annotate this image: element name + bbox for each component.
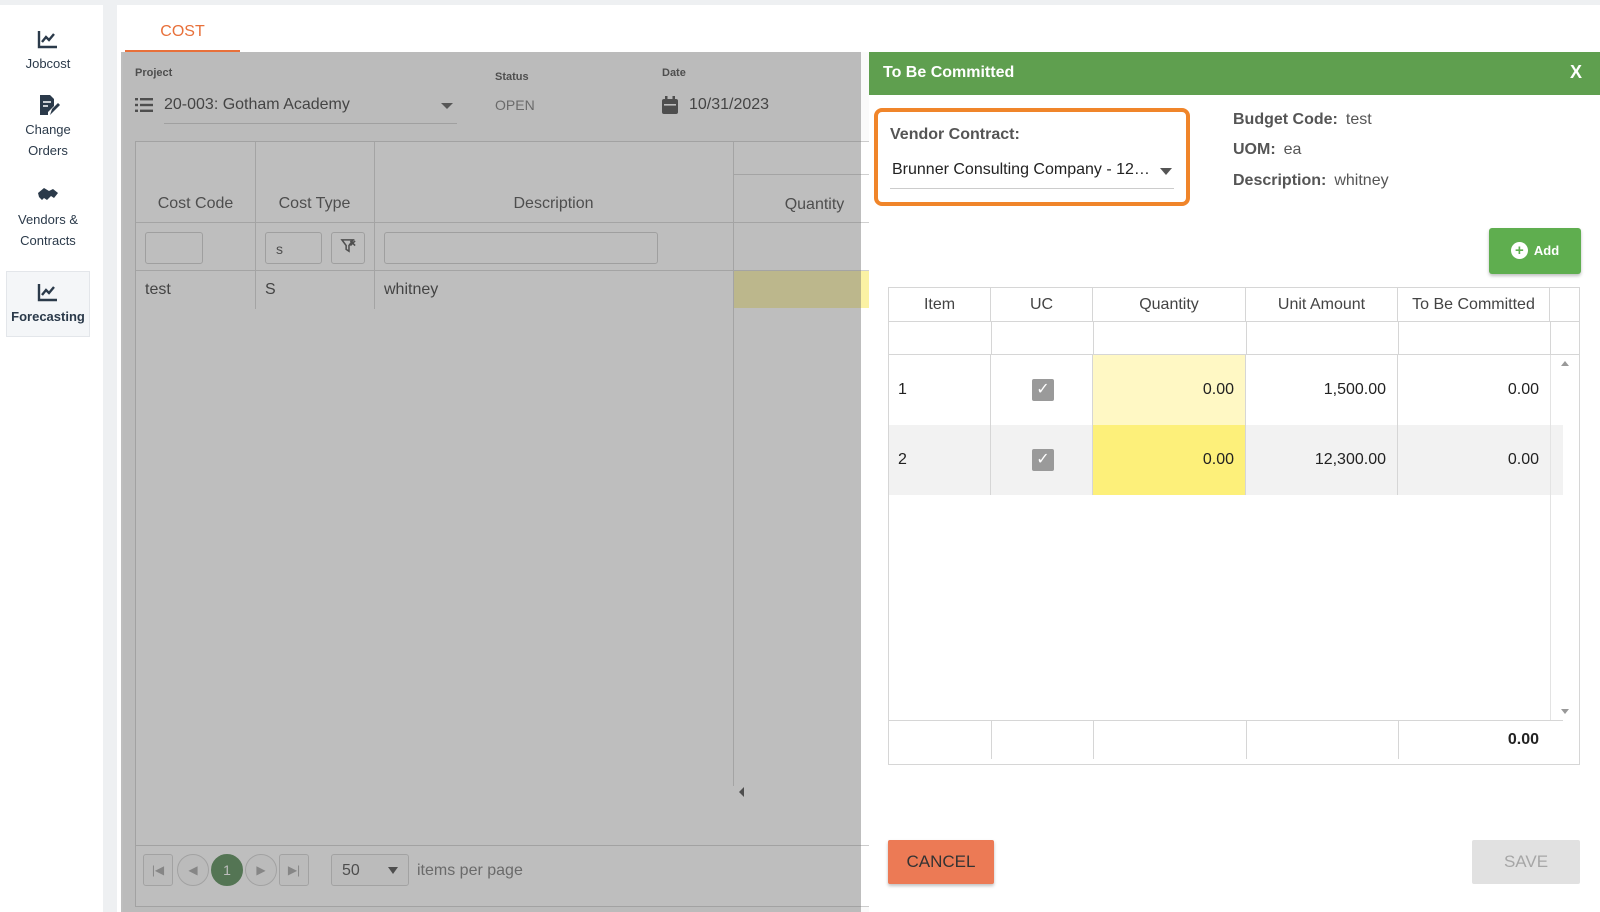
vendor-contract-label: Vendor Contract:	[890, 126, 1020, 143]
uom-label: UOM:	[1233, 141, 1276, 158]
chart-line-icon	[37, 284, 57, 302]
vendor-contract-value: Brunner Consulting Company - 12…	[892, 161, 1150, 178]
sidebar: Jobcost Change Orders Vendors & Contract…	[0, 5, 103, 912]
column-header-unit-amount[interactable]: Unit Amount	[1246, 288, 1398, 321]
sidebar-item-label-2: Contracts	[20, 233, 76, 248]
to-be-committed-cell: 0.00	[1507, 381, 1539, 398]
table-row[interactable]: 1 ✓ 0.00 1,500.00 0.00	[889, 355, 1563, 425]
sidebar-item-forecasting[interactable]: Forecasting	[6, 271, 90, 337]
chart-line-icon	[37, 31, 57, 49]
add-button-label: Add	[1533, 243, 1560, 258]
column-header-uc[interactable]: UC	[991, 288, 1093, 321]
unit-amount-cell: 1,500.00	[1246, 355, 1398, 425]
cancel-button[interactable]: CANCEL	[888, 840, 994, 884]
budget-code-value: test	[1345, 111, 1372, 128]
vendor-contract-highlight: Vendor Contract: Brunner Consulting Comp…	[874, 108, 1190, 206]
uc-checkbox[interactable]: ✓	[1032, 379, 1054, 401]
sidebar-item-vendors-contracts[interactable]: Vendors & Contracts	[6, 183, 90, 255]
item-cell: 2	[889, 425, 991, 495]
sidebar-item-change-orders[interactable]: Change Orders	[6, 93, 90, 165]
tab-cost[interactable]: COST	[125, 17, 240, 53]
column-header-item[interactable]: Item	[889, 288, 991, 321]
plus-circle-icon: +	[1510, 242, 1528, 260]
quantity-input-cell[interactable]: 0.00	[1093, 355, 1246, 425]
panel-header: To Be Committed X	[869, 52, 1600, 95]
column-header-to-be-committed[interactable]: To Be Committed	[1398, 288, 1550, 321]
description-label: Description:	[1233, 172, 1327, 189]
chevron-down-icon	[1160, 168, 1172, 175]
budget-code-row: Budget Code: test	[1233, 111, 1372, 129]
sidebar-item-label: Vendors &	[18, 212, 78, 227]
sidebar-item-label: Jobcost	[25, 56, 71, 71]
save-button[interactable]: SAVE	[1472, 840, 1580, 884]
handshake-icon	[38, 188, 58, 200]
uom-row: UOM: ea	[1233, 141, 1301, 159]
column-header-quantity[interactable]: Quantity	[1093, 288, 1246, 321]
table-scrollbar[interactable]	[1550, 355, 1579, 720]
description-row: Description: whitney	[1233, 172, 1389, 190]
table-footer: 0.00	[889, 720, 1563, 759]
sidebar-item-label: Change	[25, 122, 71, 137]
uc-checkbox[interactable]: ✓	[1032, 449, 1054, 471]
scroll-up-icon[interactable]	[1561, 361, 1569, 366]
sidebar-item-label-2: Orders	[28, 143, 68, 158]
uc-cell: ✓	[991, 355, 1093, 425]
commit-table: Item UC Quantity Unit Amount To Be Commi…	[888, 287, 1580, 765]
close-button[interactable]: X	[1570, 62, 1582, 83]
uc-cell: ✓	[991, 425, 1093, 495]
table-row[interactable]: 2 ✓ 0.00 12,300.00 0.00	[889, 425, 1563, 495]
add-button[interactable]: + Add	[1489, 228, 1581, 274]
quantity-input-cell[interactable]: 0.00	[1093, 425, 1246, 495]
edit-document-icon	[40, 95, 60, 115]
to-be-committed-cell: 0.00	[1507, 451, 1539, 468]
to-be-committed-panel: To Be Committed X Vendor Contract: Brunn…	[869, 52, 1600, 912]
scroll-down-icon[interactable]	[1561, 709, 1569, 714]
sidebar-item-jobcost[interactable]: Jobcost	[6, 27, 90, 77]
uom-value: ea	[1283, 141, 1302, 158]
budget-code-label: Budget Code:	[1233, 111, 1338, 128]
panel-title: To Be Committed	[883, 64, 1015, 81]
unit-amount-cell: 12,300.00	[1246, 425, 1398, 495]
item-cell: 1	[889, 355, 991, 425]
sidebar-item-label: Forecasting	[11, 309, 85, 324]
description-value: whitney	[1334, 172, 1389, 189]
modal-overlay[interactable]	[121, 52, 861, 912]
total-to-be-committed: 0.00	[1507, 731, 1539, 748]
vendor-contract-select[interactable]: Brunner Consulting Company - 12…	[878, 152, 1186, 192]
